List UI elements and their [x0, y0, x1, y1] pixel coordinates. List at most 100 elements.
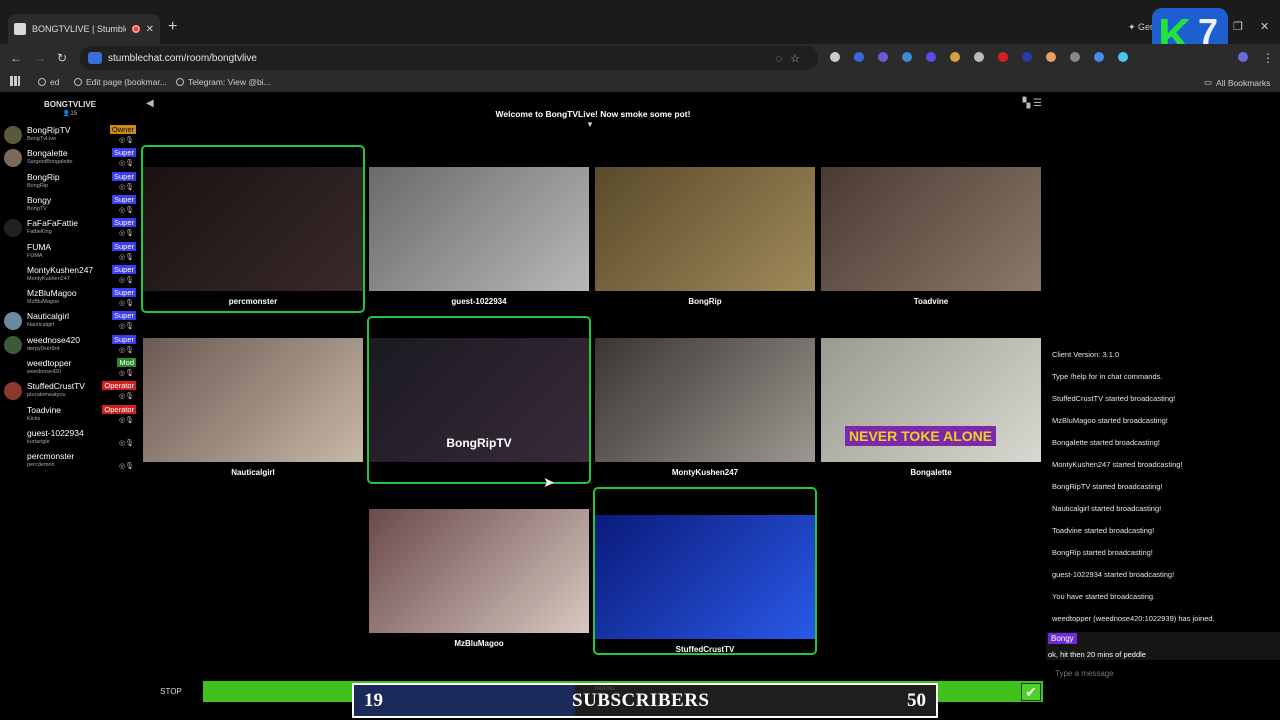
cam-tile[interactable]: Toadvine	[821, 167, 1041, 312]
extension-icon[interactable]	[878, 52, 888, 62]
back-icon[interactable]: ←	[10, 51, 22, 65]
user-list-item[interactable]: FUMA FUMA Super ◎🎙	[0, 241, 140, 265]
apps-icon[interactable]	[10, 76, 20, 86]
cam-tile[interactable]: StuffedCrustTV	[593, 487, 817, 655]
rank-badge: Operator	[102, 381, 136, 391]
chat-system-message: StuffedCrustTV started broadcasting!	[1052, 394, 1176, 403]
extension-icon[interactable]	[1046, 52, 1056, 62]
user-list-item[interactable]: percmonster percdemon ◎🎙	[0, 451, 140, 474]
chat-input[interactable]	[1046, 664, 1280, 682]
chevron-down-icon[interactable]: ▼	[586, 120, 594, 129]
cam-tile[interactable]: BongRipTV	[367, 316, 591, 484]
bookmark-item[interactable]: Telegram: View @bi...	[176, 77, 271, 87]
user-list-item[interactable]: Bongalette SargentBongalette Super ◎🎙	[0, 148, 140, 171]
profile-icon[interactable]	[1238, 52, 1248, 62]
user-list-item[interactable]: StuffedCrustTV pizzatomeatyou Operator ◎🎙	[0, 381, 140, 404]
never-toke-alone-sign: NEVER TOKE ALONE	[845, 426, 997, 446]
stop-broadcast-button[interactable]: STOP	[140, 680, 202, 702]
eye-off-star-icons[interactable]: ◌☆	[776, 52, 808, 65]
gemini-button[interactable]: ✦ Gen	[1128, 22, 1155, 33]
layout-menu-icons[interactable]: ▚ ☰	[1023, 98, 1042, 109]
site-info-icon[interactable]	[88, 52, 102, 64]
cam-tile[interactable]: guest-1022934	[369, 167, 589, 312]
cam-video	[143, 167, 363, 291]
user-handle: MontyKushen247	[27, 275, 70, 282]
cam-name: StuffedCrustTV	[675, 645, 735, 654]
extension-icon[interactable]	[1070, 52, 1080, 62]
user-list-item[interactable]: BongRipTV BongTvLive Owner ◎🎙	[0, 125, 140, 148]
chat-panel: Client Version: 3.1.0 Type /help for in c…	[1046, 96, 1280, 680]
user-list-item[interactable]: weednose420 derpy0ver9rd Super ◎🎙	[0, 334, 140, 358]
cam-tile[interactable]: Bongalette NEVER TOKE ALONE	[821, 338, 1041, 483]
collapse-sidebar-icon[interactable]: ◀	[146, 98, 154, 109]
browser-tab[interactable]: BONGTVLIVE | StumbleCha ✕	[8, 14, 160, 44]
forward-icon[interactable]: →	[34, 51, 46, 65]
cam-tile[interactable]: MzBluMagoo	[369, 509, 589, 654]
close-window-icon[interactable]: ✕	[1260, 20, 1269, 33]
user-handle: BongTvLive	[27, 136, 57, 142]
cam-tile[interactable]: MontyKushen247	[595, 338, 815, 483]
viewer-count: 👤15	[62, 111, 78, 117]
bookmarks-bar: ed Edit page (bookmar... Telegram: View …	[0, 72, 1280, 92]
cam-mic-icon: ◎🎙	[119, 230, 134, 238]
rank-badge: Super	[111, 148, 136, 158]
chat-system-message: MontyKushen247 started broadcasting!	[1052, 460, 1183, 469]
chat-system-message: Nauticalgirl started broadcasting!	[1052, 504, 1162, 513]
new-tab-button[interactable]: +	[168, 18, 177, 36]
user-list-item[interactable]: Bongy BongTV Super ◎🎙	[0, 194, 140, 218]
extension-icon[interactable]	[1094, 52, 1104, 62]
extension-icon[interactable]	[1118, 52, 1128, 62]
talk-check-icon[interactable]: ✔	[1021, 683, 1041, 701]
user-list-item[interactable]: Nauticalgirl Nauticalgirl Super ◎🎙	[0, 311, 140, 334]
cam-mic-icon: ◎🎙	[119, 206, 134, 214]
cam-name: percmonster	[228, 297, 278, 306]
globe-icon	[38, 78, 46, 86]
all-bookmarks-button[interactable]: ▭ All Bookmarks	[1204, 77, 1270, 88]
extension-icon[interactable]	[950, 52, 960, 62]
user-list-item[interactable]: guest-1022934 kurtangle ◎🎙	[0, 428, 140, 451]
cam-name: BongRip	[688, 297, 722, 306]
bookmark-item[interactable]: ed	[38, 77, 59, 87]
chat-username[interactable]: Bongy	[1048, 633, 1077, 644]
menu-icon[interactable]: ⋮	[1262, 51, 1274, 65]
chat-system-message: Toadvine started broadcasting!	[1052, 526, 1155, 535]
rank-badge: Owner	[109, 125, 136, 134]
chat-system-message: Client Version: 3.1.0	[1052, 350, 1120, 359]
url-bar[interactable]: stumblechat.com/room/bongtvlive ◌☆	[80, 46, 818, 70]
user-list-item[interactable]: MontyKushen247 MontyKushen247 Super ◎🎙	[0, 264, 140, 288]
site-favicon-icon	[14, 23, 26, 35]
extension-icon[interactable]	[926, 52, 936, 62]
avatar	[4, 382, 22, 401]
bookmark-item[interactable]: Edit page (bookmar...	[74, 77, 167, 87]
user-list-item[interactable]: FaFaFaFattie FattieKing Super ◎🎙	[0, 218, 140, 241]
extension-icon[interactable]	[974, 52, 984, 62]
user-name: Toadvine	[27, 404, 62, 415]
extension-icon[interactable]	[998, 52, 1008, 62]
user-list-item[interactable]: weedtopper weednose420 Mod ◎🎙	[0, 358, 140, 381]
recording-icon	[131, 25, 140, 33]
user-name: FaFaFaFattie	[27, 218, 79, 229]
subscriber-count: 19	[364, 690, 383, 711]
user-list-item[interactable]: BongRip BongRip Super ◎🎙	[0, 171, 140, 195]
user-list-item[interactable]: MzBluMagoo MzBluMagoo Super ◎🎙	[0, 288, 140, 311]
cam-tile[interactable]: percmonster	[141, 145, 365, 313]
reload-icon[interactable]: ↻	[57, 51, 67, 65]
address-bar-row: ← → ↻ stumblechat.com/room/bongtvlive ◌☆…	[0, 44, 1280, 72]
extension-icon[interactable]	[902, 52, 912, 62]
rank-badge: Super	[111, 194, 136, 204]
extension-icon[interactable]	[830, 52, 840, 62]
user-name: percmonster	[27, 451, 75, 462]
extension-icon[interactable]	[1022, 52, 1032, 62]
cam-tile[interactable]: BongRip	[595, 167, 815, 312]
bookmark-label: Edit page (bookmar...	[86, 77, 167, 87]
cam-name: Bongalette	[910, 468, 952, 477]
tab-close-icon[interactable]: ✕	[146, 24, 154, 35]
cam-name: Nauticalgirl	[231, 468, 275, 477]
avatar	[4, 335, 22, 354]
cam-tile[interactable]: Nauticalgirl	[143, 338, 363, 483]
extension-icon[interactable]	[854, 52, 864, 62]
avatar	[4, 149, 22, 168]
user-list-item[interactable]: Toadvine Kicks Operator ◎🎙	[0, 404, 140, 428]
cam-mic-icon: ◎🎙	[119, 300, 134, 308]
restore-window-icon[interactable]: ❐	[1233, 20, 1243, 33]
